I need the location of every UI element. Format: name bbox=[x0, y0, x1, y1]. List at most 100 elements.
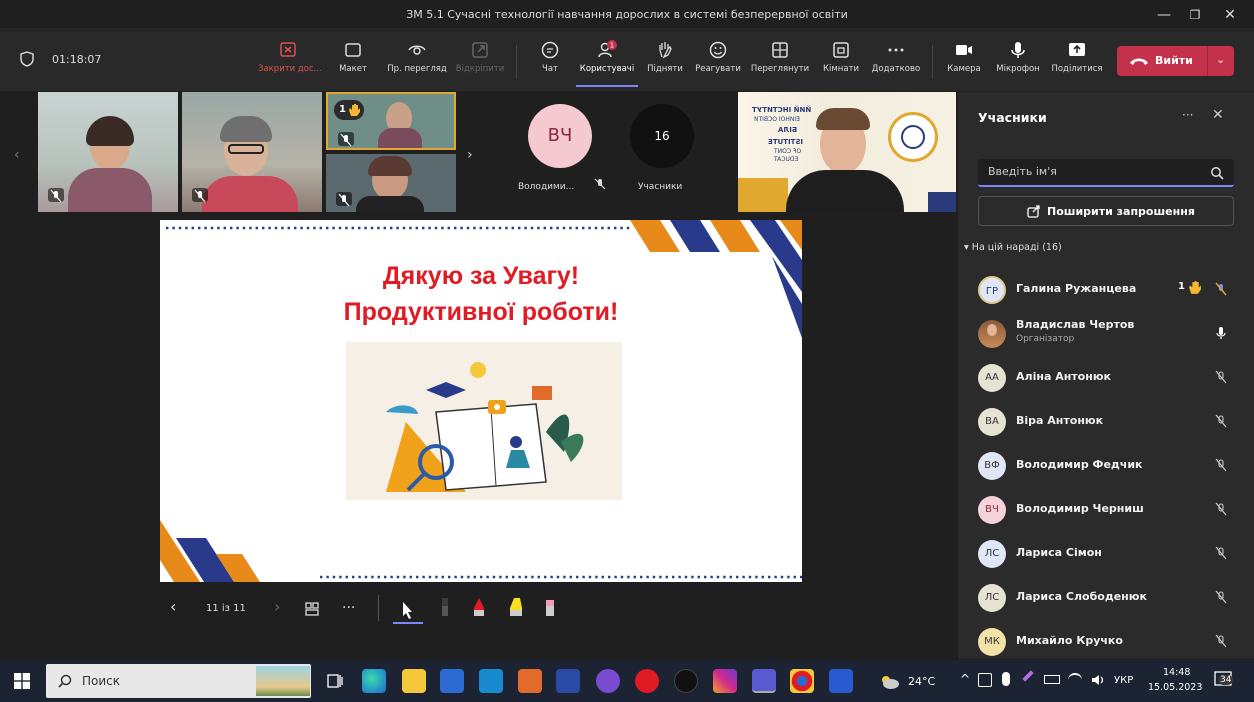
notification-center[interactable]: 34 bbox=[1214, 670, 1236, 690]
participant-search-input[interactable] bbox=[988, 165, 1198, 178]
video-tile-participant-4[interactable] bbox=[326, 154, 456, 212]
phone-hangup-icon bbox=[1130, 58, 1148, 65]
participant-name: Владислав Чертов bbox=[1016, 318, 1135, 331]
clock-date[interactable]: 15.05.2023 bbox=[1148, 682, 1202, 693]
wifi-icon[interactable] bbox=[1068, 673, 1082, 687]
opera-icon[interactable] bbox=[635, 669, 659, 693]
mic-off-icon bbox=[1215, 458, 1227, 472]
share-invite-label: Поширити запрошення bbox=[1047, 205, 1195, 218]
next-slide-chevron-icon[interactable]: › bbox=[274, 597, 280, 616]
section-header[interactable]: ▾ На цій нараді (16) bbox=[964, 242, 1062, 253]
raise-hand-button[interactable]: Підняти bbox=[645, 39, 685, 87]
pop-out-label: Відкріпити bbox=[455, 64, 505, 74]
chat-button[interactable]: Чат bbox=[532, 39, 568, 87]
battery-icon[interactable] bbox=[1044, 675, 1060, 684]
stop-sharing-button[interactable]: Закрити дос... bbox=[258, 39, 322, 87]
video-tile-organizer[interactable]: ЙИЙ ІНСТИТУТ ЕІЙНОЇ ОСВІТИ БІЛА ISTITUTE… bbox=[738, 92, 956, 212]
maximize-button[interactable]: ❐ bbox=[1180, 4, 1210, 26]
volume-icon[interactable] bbox=[1090, 673, 1106, 687]
scroll-left-chevron-icon[interactable]: ‹ bbox=[14, 147, 20, 163]
panel-more-icon[interactable]: ··· bbox=[1182, 108, 1193, 122]
leave-button[interactable]: Вийти ⌄ bbox=[1117, 46, 1234, 76]
minimize-button[interactable]: — bbox=[1149, 4, 1179, 26]
slide-grid-icon[interactable] bbox=[304, 601, 320, 617]
tray-expand-chevron-icon[interactable]: ^ bbox=[960, 672, 970, 686]
participant-row[interactable]: Владислав Чертов Організатор bbox=[976, 314, 1246, 354]
share-invite-button[interactable]: Поширити запрошення bbox=[978, 196, 1234, 226]
app-icon[interactable] bbox=[556, 669, 580, 693]
pop-out-button[interactable]: Відкріпити bbox=[454, 39, 506, 87]
microphone-button[interactable]: Мікрофон bbox=[990, 39, 1046, 87]
background-text: OF CONT bbox=[774, 148, 802, 155]
instagram-icon[interactable] bbox=[713, 669, 737, 693]
react-button[interactable]: Реагувати bbox=[692, 39, 744, 87]
pen-red-icon[interactable] bbox=[470, 596, 488, 620]
participant-name: Михайло Кручко bbox=[1016, 634, 1123, 647]
app-icon[interactable] bbox=[518, 669, 542, 693]
video-tile-participant-1[interactable] bbox=[38, 92, 178, 212]
pen-black-icon[interactable] bbox=[436, 596, 454, 620]
word-icon[interactable] bbox=[829, 669, 853, 693]
more-icon bbox=[888, 48, 904, 52]
tray-mic-icon[interactable] bbox=[1002, 672, 1010, 686]
tray-pen-icon[interactable] bbox=[1022, 670, 1034, 682]
viber-icon[interactable] bbox=[596, 669, 620, 693]
view-button[interactable]: Переглянути bbox=[749, 39, 811, 87]
share-button[interactable]: Поділитися bbox=[1048, 39, 1106, 87]
windows-start-icon[interactable] bbox=[14, 673, 30, 689]
participant-row[interactable]: ВА Віра Антонюк bbox=[976, 402, 1246, 442]
background-text: ISTITUTE bbox=[768, 138, 804, 146]
nav-divider bbox=[378, 595, 379, 621]
participants-count-tile[interactable]: 16 bbox=[630, 104, 694, 168]
scroll-right-chevron-icon[interactable]: › bbox=[467, 147, 473, 163]
title-bar: ЗМ 5.1 Сучасні технології навчання дорос… bbox=[0, 0, 1254, 30]
teams-icon[interactable] bbox=[752, 669, 776, 693]
meeting-toolbar: 01:18:07 Закрити дос... Макет Пр. перегл… bbox=[0, 31, 1254, 91]
taskbar-search[interactable]: Поиск bbox=[46, 664, 311, 698]
edge-icon[interactable] bbox=[362, 669, 386, 693]
camera-button[interactable]: Камера bbox=[944, 39, 984, 87]
panel-close-icon[interactable]: ✕ bbox=[1212, 107, 1224, 123]
preview-button[interactable]: Пр. перегляд bbox=[386, 39, 448, 87]
previous-slide-chevron-icon[interactable]: ‹ bbox=[170, 597, 176, 616]
participant-row[interactable]: ВФ Володимир Федчик bbox=[976, 446, 1246, 486]
file-explorer-icon[interactable] bbox=[402, 669, 426, 693]
participant-row[interactable]: АА Аліна Антонюк bbox=[976, 358, 1246, 398]
laser-pointer-icon[interactable] bbox=[393, 598, 423, 624]
participant-row[interactable]: ЛС Лариса Слободенюк bbox=[976, 578, 1246, 618]
store-icon[interactable] bbox=[440, 669, 464, 693]
tray-app-icon[interactable] bbox=[978, 673, 992, 687]
eraser-icon[interactable] bbox=[542, 596, 558, 620]
clock-time[interactable]: 14:48 bbox=[1163, 667, 1190, 678]
participant-row[interactable]: ЛС Лариса Сімон bbox=[976, 534, 1246, 574]
caret-down-icon: ▾ bbox=[964, 242, 972, 253]
react-label: Реагувати bbox=[695, 64, 741, 74]
background-text: EDUCAT bbox=[774, 156, 799, 163]
close-window-button[interactable]: ✕ bbox=[1215, 4, 1245, 26]
tiktok-icon[interactable] bbox=[674, 669, 698, 693]
avatar-volodymyr[interactable]: ВЧ bbox=[528, 104, 592, 168]
video-tile-galyna[interactable]: 1 bbox=[326, 92, 456, 150]
participant-row[interactable]: МК Михайло Кручко bbox=[976, 622, 1246, 662]
mail-icon[interactable] bbox=[479, 669, 503, 693]
input-language[interactable]: УКР bbox=[1114, 675, 1133, 686]
participant-row[interactable]: ГР Галина Ружанцева 1 bbox=[976, 270, 1246, 310]
people-button[interactable]: 1 Користувачі bbox=[576, 39, 638, 87]
layout-label: Макет bbox=[339, 64, 367, 74]
task-view-icon[interactable] bbox=[326, 672, 344, 690]
chrome-icon[interactable] bbox=[790, 669, 814, 693]
leave-options-chevron-icon[interactable]: ⌄ bbox=[1216, 53, 1225, 66]
layout-button[interactable]: Макет bbox=[327, 39, 379, 87]
mic-off-icon bbox=[1215, 634, 1227, 648]
mic-off-icon bbox=[1215, 414, 1227, 428]
highlighter-icon[interactable] bbox=[506, 596, 526, 620]
mic-off-icon bbox=[1215, 546, 1227, 560]
participant-avatar: ЛС bbox=[978, 540, 1006, 568]
rooms-button[interactable]: Кімнати bbox=[818, 39, 864, 87]
pop-out-icon bbox=[472, 42, 488, 58]
participant-search[interactable] bbox=[978, 159, 1234, 187]
more-actions-button[interactable]: Додатково bbox=[868, 39, 924, 87]
participant-row[interactable]: ВЧ Володимир Черниш bbox=[976, 490, 1246, 530]
video-tile-participant-2[interactable] bbox=[182, 92, 322, 212]
slide-more-icon[interactable]: ··· bbox=[342, 600, 355, 616]
